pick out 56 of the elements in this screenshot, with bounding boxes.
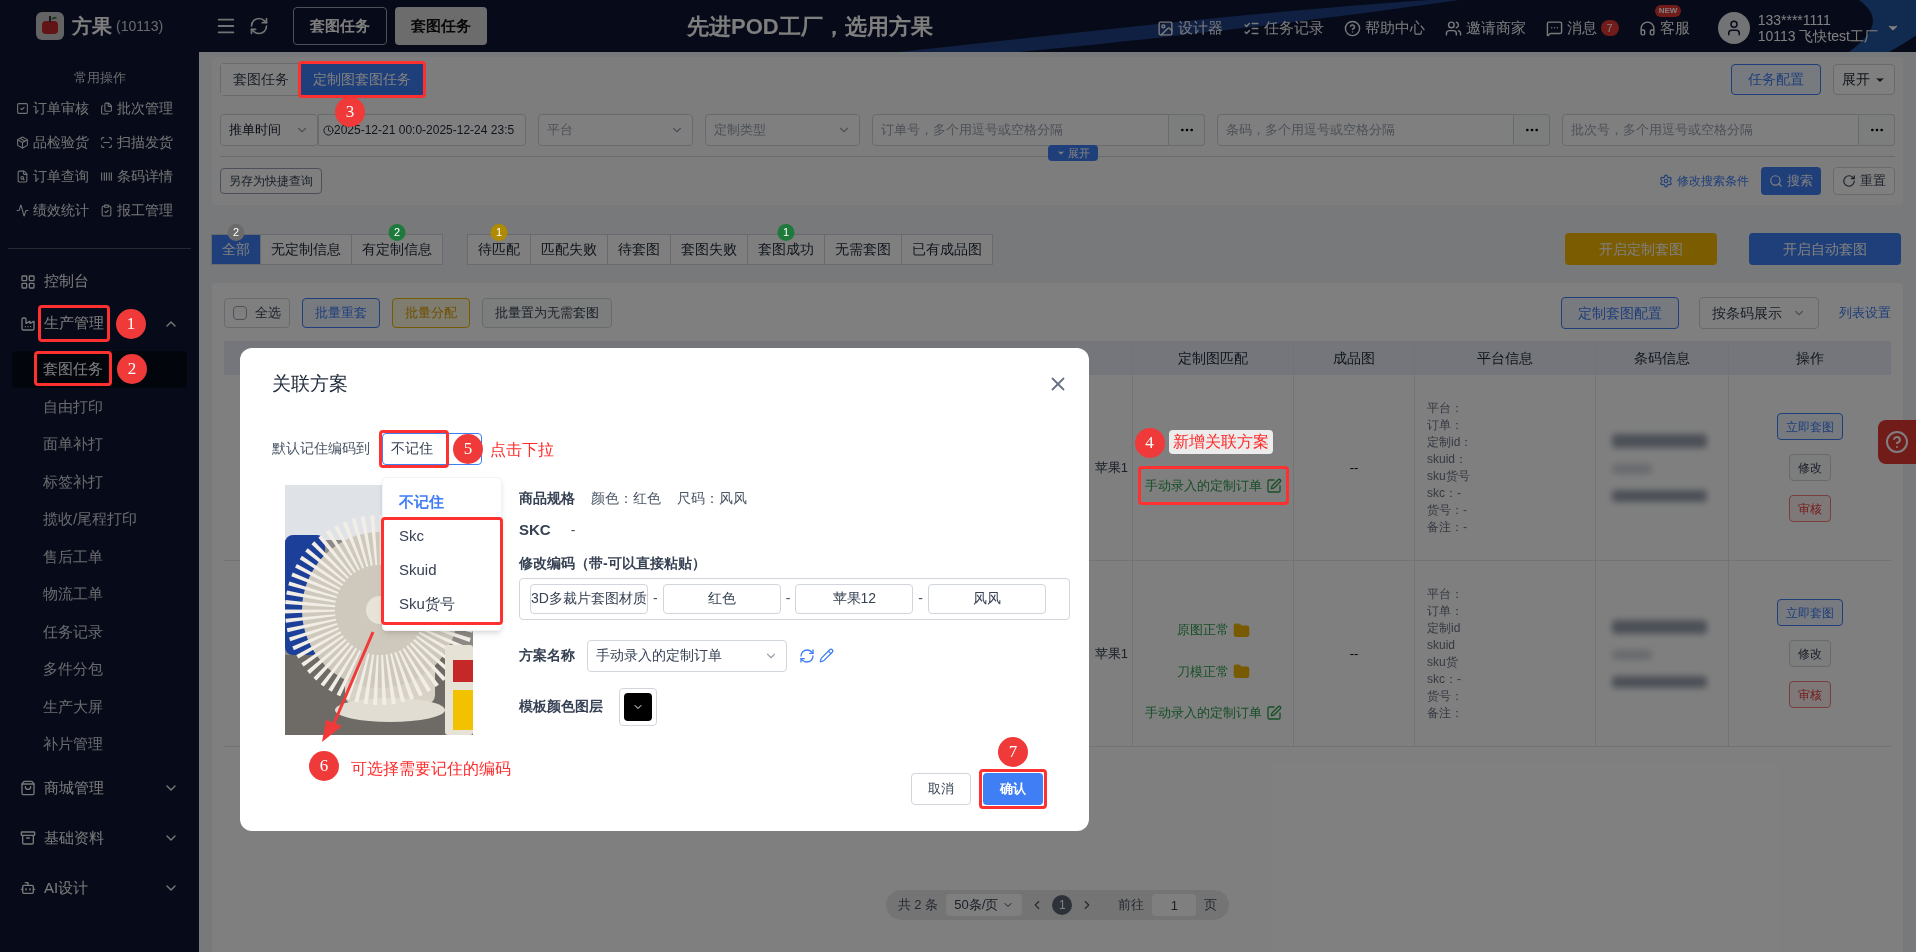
brand-code: (10113) xyxy=(116,16,164,36)
info-label: 订单： xyxy=(1427,416,1464,434)
step-marker: 2 xyxy=(117,353,147,384)
info-label: 备注： xyxy=(1427,704,1464,722)
info-label: skc：- xyxy=(1427,670,1462,688)
user-factory: 10113 飞快test工厂 xyxy=(1757,28,1878,44)
info-label: 平台： xyxy=(1427,585,1464,603)
field-label: 方案名称 xyxy=(519,646,575,665)
field-label: 模板颜色图层 xyxy=(519,697,603,716)
field-label: 商品规格 xyxy=(519,489,575,508)
separator: - xyxy=(918,589,923,608)
table-cell-text: 苹果1 xyxy=(1094,644,1128,663)
separator: - xyxy=(785,589,791,608)
info-label: sku货号 xyxy=(1427,467,1471,485)
step-marker: 1 xyxy=(116,308,146,339)
column-header: 成品图 xyxy=(1293,341,1414,375)
step-marker: 4 xyxy=(1134,427,1165,458)
column-header: 条码信息 xyxy=(1595,341,1728,375)
info-label: 平台： xyxy=(1427,399,1464,417)
message-count-badge: 7 xyxy=(1600,20,1619,36)
info-label: 订单： xyxy=(1427,602,1464,620)
table-cell-text: -- xyxy=(1349,644,1359,663)
table-cell-text: -- xyxy=(1349,458,1359,477)
info-label: 货号： xyxy=(1427,687,1464,705)
info-label: skuid xyxy=(1427,636,1456,654)
user-phone: 133****1111 xyxy=(1757,12,1832,28)
section-title: 常用操作 xyxy=(72,69,127,87)
info-label: 定制id： xyxy=(1427,433,1474,451)
page-suffix: 页 xyxy=(1204,896,1218,915)
spec-value: 尺码：风风 xyxy=(677,489,747,508)
info-label: sku货 xyxy=(1427,653,1459,671)
annotation-note: 新增关联方案 xyxy=(1168,429,1273,454)
slogan: 先进POD工厂，选用方果 xyxy=(687,12,933,41)
separator: - xyxy=(653,589,658,608)
field-label: 修改编码（带-可以直接粘贴） xyxy=(519,553,707,573)
info-label: 定制id xyxy=(1427,619,1462,637)
total-count: 共 2 条 xyxy=(897,896,939,915)
field-label: SKC xyxy=(519,520,551,541)
dialog-title: 关联方案 xyxy=(272,372,348,396)
brand-name: 方果 xyxy=(72,14,112,39)
field-label: 默认记住编码到 xyxy=(272,439,370,458)
column-header: 定制图匹配 xyxy=(1132,341,1293,375)
info-label: skuid： xyxy=(1427,450,1468,468)
goto-label: 前往 xyxy=(1118,896,1145,915)
annotation-note: 点击下拉 xyxy=(490,439,554,460)
skc-value: - xyxy=(570,521,576,540)
column-header: 平台信息 xyxy=(1414,341,1595,375)
column-header: 操作 xyxy=(1728,341,1891,375)
info-label: 货号：- xyxy=(1427,501,1468,519)
info-label: 备注：- xyxy=(1427,518,1468,536)
annotation-note: 可选择需要记住的编码 xyxy=(351,759,511,779)
step-marker: 7 xyxy=(998,736,1028,767)
new-tag: NEW xyxy=(1654,4,1682,17)
info-label: skc：- xyxy=(1427,484,1462,502)
spec-value: 颜色：红色 xyxy=(591,489,661,508)
table-cell-text: 苹果1 xyxy=(1094,458,1128,477)
